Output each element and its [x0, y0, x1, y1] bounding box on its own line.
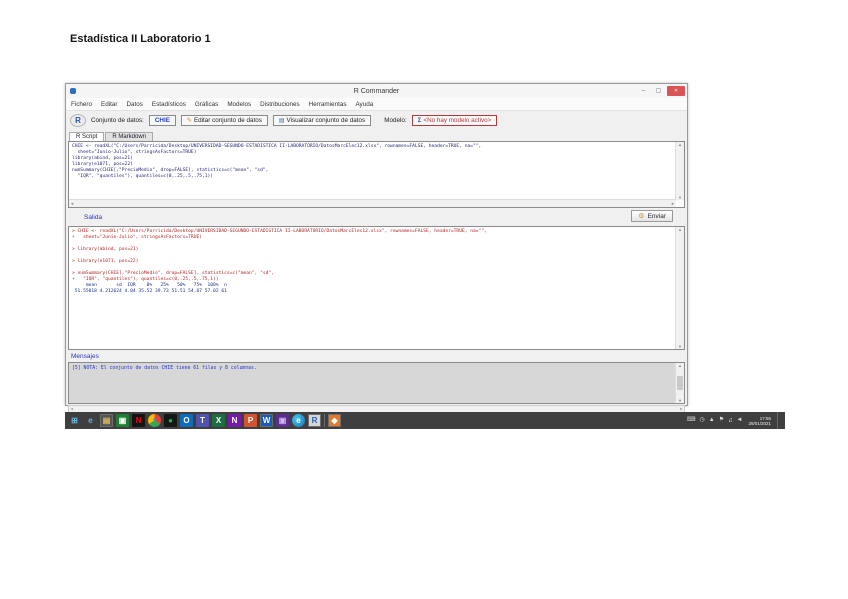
editor-tabs: R Script R Markdown [66, 129, 687, 141]
touch-keyboard-icon[interactable]: ⌨ [687, 414, 696, 427]
sigma-icon: Σ [418, 117, 422, 124]
submit-button[interactable]: ⚙ Enviar [631, 210, 673, 222]
script-vertical-scrollbar[interactable]: ▲▼ [675, 142, 684, 200]
edit-dataset-label: Editar conjunto de datos [194, 117, 262, 124]
green-app-icon[interactable]: ▣ [116, 414, 129, 427]
active-model-value: <No hay modelo activo> [423, 117, 491, 124]
teams-icon[interactable]: T [196, 414, 209, 427]
output-vertical-scrollbar[interactable]: ▲▼ [675, 227, 684, 349]
internet-explorer-icon[interactable]: e [84, 414, 97, 427]
word-icon[interactable]: W [260, 414, 273, 427]
submit-gear-icon: ⚙ [638, 212, 644, 220]
clock-date: 26/01/2021 [748, 421, 771, 426]
flag-icon[interactable]: ⚑ [719, 414, 724, 427]
messages-vertical-scrollbar[interactable]: ▲▼ [675, 363, 684, 403]
message-note: [5] NOTA: El conjunto de datos CHIE tien… [72, 366, 681, 371]
outlook-icon[interactable]: O [180, 414, 193, 427]
console-result-line: 51.55018 4.212624 4.04 35.52 39.73 51.51… [72, 289, 681, 295]
maximize-button[interactable]: ▢ [652, 86, 665, 96]
view-dataset-label: Visualizar conjunto de datos [287, 117, 366, 124]
menu-item-estadisticos[interactable]: Estadísticos [152, 101, 186, 108]
spotify-icon[interactable]: ● [164, 414, 177, 427]
network-icon[interactable]: ⣴ [728, 414, 732, 427]
show-desktop-button[interactable] [777, 412, 782, 429]
excel-icon[interactable]: X [212, 414, 225, 427]
system-tray: ⌨ ◷ ▲ ⚑ ⣴ ◄ 17:55 26/01/2021 [687, 412, 782, 429]
onenote-icon[interactable]: N [228, 414, 241, 427]
r-commander-taskbar-icon[interactable]: R [308, 414, 321, 427]
menu-item-fichero[interactable]: Fichero [71, 101, 92, 108]
toolbar: R Conjunto de datos: CHIE ✎ Editar conju… [66, 111, 687, 129]
edit-dataset-button[interactable]: ✎ Editar conjunto de datos [181, 115, 268, 126]
purple-app-icon[interactable]: ▣ [276, 414, 289, 427]
window-controls: – ▢ ✕ [637, 86, 685, 96]
script-text[interactable]: CHIE <- readXL("C:/Users/Parricida/Deskt… [69, 142, 684, 182]
active-dataset-button[interactable]: CHIE [149, 115, 176, 126]
chrome-icon[interactable]: ● [148, 414, 161, 427]
dataset-label: Conjunto de datos: [91, 117, 144, 124]
action-center-icon[interactable]: ◷ [700, 414, 705, 427]
menu-item-modelos[interactable]: Modelos [227, 101, 251, 108]
windows-taskbar: ⊞e▤▣N●●OTXNPW▣eR◆ ⌨◷▲⚑⣴◄ 17:55 26/01/202… [65, 412, 785, 429]
tab-r-markdown[interactable]: R Markdown [105, 132, 153, 141]
script-editor[interactable]: CHIE <- readXL("C:/Users/Parricida/Deskt… [68, 141, 685, 208]
powerpoint-icon[interactable]: P [244, 414, 257, 427]
menu-item-herramientas[interactable]: Herramientas [309, 101, 347, 108]
pencil-icon: ✎ [187, 117, 192, 124]
output-pane-label: Salida [84, 214, 102, 221]
taskbar-separator [324, 414, 325, 427]
menu-item-ayuda[interactable]: Ayuda [355, 101, 373, 108]
window-title: R Commander [66, 88, 687, 95]
taskbar-clock[interactable]: 17:55 26/01/2021 [748, 416, 771, 426]
r-logo-icon: R [70, 114, 86, 127]
tab-r-script[interactable]: R Script [69, 132, 104, 141]
volume-icon[interactable]: ◄ [737, 414, 743, 427]
r-commander-window: R Commander – ▢ ✕ Fichero Editar Datos Esta… [65, 83, 688, 406]
output-header: Salida ⚙ Enviar [66, 208, 687, 226]
messages-pane: [5] NOTA: El conjunto de datos CHIE tien… [68, 362, 685, 404]
minimize-button[interactable]: – [637, 86, 650, 96]
menu-item-graficas[interactable]: Gráficas [195, 101, 218, 108]
active-model-button[interactable]: Σ <No hay modelo activo> [412, 115, 498, 126]
messages-header: Mensajes [66, 350, 687, 362]
table-view-icon: ▤ [279, 117, 285, 124]
orange-app-icon[interactable]: ◆ [328, 414, 341, 427]
model-label: Modelo: [384, 117, 406, 124]
script-horizontal-scrollbar[interactable]: ◄► [69, 199, 676, 207]
page-title: Estadística II Laboratorio 1 [70, 33, 211, 45]
messages-pane-label: Mensajes [71, 353, 99, 360]
file-explorer-icon[interactable]: ▤ [100, 414, 113, 427]
start-button[interactable]: ⊞ [68, 414, 81, 427]
menu-item-editar[interactable]: Editar [101, 101, 117, 108]
output-console[interactable]: > CHIE <- readXL("C:/Users/Parricida/Des… [68, 226, 685, 350]
netflix-icon[interactable]: N [132, 414, 145, 427]
hidden-icons-chevron[interactable]: ▲ [709, 414, 715, 427]
close-button[interactable]: ✕ [667, 86, 685, 96]
active-dataset-value: CHIE [155, 117, 170, 124]
title-bar: R Commander – ▢ ✕ [66, 84, 687, 98]
edge-icon[interactable]: e [292, 414, 305, 427]
view-dataset-button[interactable]: ▤ Visualizar conjunto de datos [273, 115, 371, 126]
menu-bar: Fichero Editar Datos Estadísticos Gráficas Mo… [66, 98, 687, 111]
submit-label: Enviar [648, 213, 666, 220]
document-page: Estadística II Laboratorio 1 R Commander… [0, 0, 848, 599]
menu-item-datos[interactable]: Datos [126, 101, 142, 108]
menu-item-distribuciones[interactable]: Distribuciones [260, 101, 300, 108]
